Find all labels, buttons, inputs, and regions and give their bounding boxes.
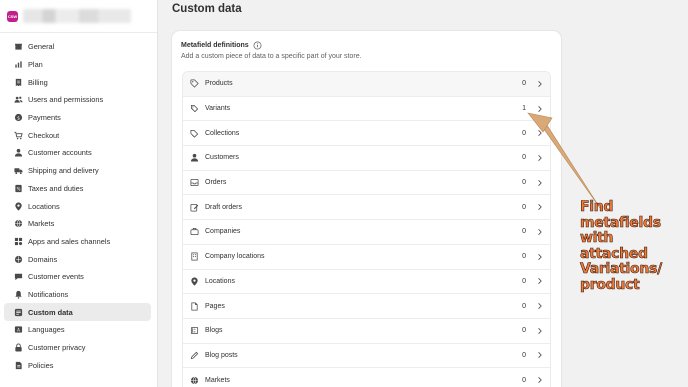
annotation-line: with	[580, 230, 614, 246]
annotation-line: product	[580, 276, 640, 293]
annotation-line: Variations/	[580, 261, 663, 277]
annotation-line: metafields	[580, 214, 662, 231]
annotation-line: attached	[580, 245, 649, 262]
annotation-text: Find metafields with attached Variations/pro…	[580, 199, 680, 293]
annotation-line: Find	[580, 199, 614, 215]
annotation-arrow	[527, 112, 601, 209]
arrow-shaft	[540, 121, 601, 209]
